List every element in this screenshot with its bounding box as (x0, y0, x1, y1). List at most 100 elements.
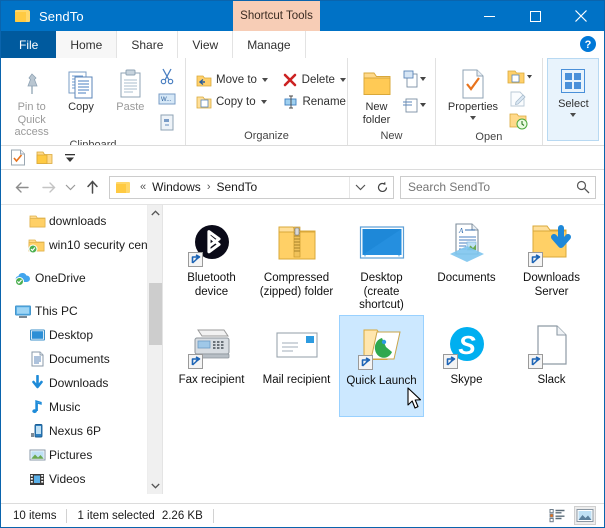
mail-icon (273, 321, 321, 369)
new-folder-icon[interactable] (35, 149, 53, 167)
file-item-slack[interactable]: Slack (509, 315, 594, 417)
breadcrumb-dropdown-icon[interactable] (349, 176, 371, 198)
status-bar: 10 items 1 item selected 2.26 KB (1, 503, 604, 527)
nav-item-nexus-6p[interactable]: Nexus 6P (1, 419, 147, 443)
nav-item-label: win10 security cent (49, 238, 147, 252)
open-button[interactable] (504, 67, 534, 87)
desktop-icon (25, 328, 49, 342)
nav-item-downloads-qa[interactable]: downloads (1, 209, 147, 233)
file-item-desktop-create-shortcut[interactable]: Desktop (create shortcut) (339, 213, 424, 315)
tab-file[interactable]: File (1, 31, 57, 58)
edit-button[interactable] (504, 89, 534, 109)
chevron-down-icon (470, 115, 476, 120)
search-box[interactable] (400, 175, 596, 199)
file-item-downloads-server[interactable]: Downloads Server (509, 213, 594, 315)
folder-synced-icon (25, 238, 49, 253)
delete-icon (282, 73, 299, 87)
paste-icon (115, 67, 145, 101)
chevron-down-icon (260, 100, 267, 104)
select-button[interactable]: Select (547, 58, 600, 141)
tab-manage[interactable]: Manage (233, 31, 306, 58)
copy-button[interactable]: Copy (56, 63, 105, 114)
this-pc-icon (11, 304, 35, 319)
blank-doc-icon (527, 321, 576, 369)
view-mode-buttons (546, 506, 596, 525)
file-item-fax-recipient[interactable]: Fax recipient (169, 315, 254, 417)
help-icon[interactable]: ? (579, 35, 597, 53)
details-view-button[interactable] (546, 506, 568, 525)
file-item-compressed-zipped-folder[interactable]: Compressed (zipped) folder (254, 213, 339, 315)
status-divider (66, 508, 68, 523)
easy-access-button[interactable] (399, 95, 429, 115)
file-item-skype[interactable]: S Skype (424, 315, 509, 417)
file-item-mail-recipient[interactable]: Mail recipient (254, 315, 339, 417)
nav-item-desktop[interactable]: Desktop (1, 323, 147, 347)
music-icon (25, 399, 49, 415)
breadcrumb-overflow[interactable]: « (136, 181, 150, 193)
rename-label: Rename (302, 96, 346, 108)
nav-item-local-disk-c[interactable]: Local Disk (C:) (1, 491, 147, 494)
nav-item-label: This PC (35, 304, 78, 318)
copy-to-button[interactable]: Copy to (192, 91, 271, 113)
nav-item-documents[interactable]: Documents (1, 347, 147, 371)
nav-item-pictures[interactable]: Pictures (1, 443, 147, 467)
search-input[interactable] (401, 180, 571, 194)
scroll-down-icon[interactable] (148, 477, 162, 494)
navigation-scrollbar[interactable] (147, 205, 162, 494)
maximize-button[interactable] (512, 1, 558, 31)
nav-item-win10-security-center[interactable]: win10 security cent (1, 233, 147, 257)
close-button[interactable] (558, 1, 604, 31)
breadcrumb[interactable]: « Windows › SendTo (109, 175, 394, 199)
nav-item-downloads[interactable]: Downloads (1, 371, 147, 395)
nav-item-onedrive[interactable]: OneDrive (1, 266, 147, 290)
file-item-bluetooth-device[interactable]: Bluetooth device (169, 213, 254, 315)
rename-button[interactable]: Rename (279, 91, 349, 113)
status-selection: 1 item selected (77, 509, 155, 522)
up-button[interactable] (79, 174, 105, 200)
minimize-button[interactable] (466, 1, 512, 31)
tab-view[interactable]: View (178, 31, 234, 58)
large-icons-view-button[interactable] (574, 506, 596, 525)
back-button[interactable] (9, 174, 35, 200)
new-folder-button[interactable]: New folder (354, 63, 399, 126)
address-bar: « Windows › SendTo (1, 170, 604, 204)
paste-shortcut-icon[interactable] (155, 112, 179, 132)
delete-button[interactable]: Delete (279, 69, 349, 91)
refresh-icon[interactable] (371, 177, 393, 198)
ribbon-toolbar: gP Pin to Quick access (1, 58, 604, 146)
title-bar: SendTo Shortcut Tools (1, 1, 604, 31)
breadcrumb-item-windows[interactable]: Windows (150, 180, 203, 194)
nav-item-label: Nexus 6P (49, 424, 102, 438)
file-label: Skype (450, 374, 483, 386)
folder-icon (25, 214, 49, 228)
breadcrumb-separator[interactable]: › (203, 181, 215, 193)
history-button[interactable] (504, 111, 534, 131)
search-icon[interactable] (571, 180, 595, 194)
nav-item-videos[interactable]: Videos (1, 467, 147, 491)
nav-item-label: Documents (49, 352, 110, 366)
forward-button[interactable] (35, 174, 61, 200)
tab-home[interactable]: Home (56, 31, 118, 58)
breadcrumb-item-sendto[interactable]: SendTo (214, 180, 259, 194)
paste-button[interactable]: Paste (106, 63, 155, 114)
nav-item-this-pc[interactable]: This PC (1, 299, 147, 323)
cut-icon[interactable] (155, 66, 179, 86)
window-title: SendTo (39, 8, 84, 24)
copy-path-icon[interactable]: W... (155, 89, 179, 109)
file-item-quick-launch[interactable]: Quick Launch (339, 315, 424, 417)
new-item-button[interactable] (399, 69, 429, 89)
nav-gap (1, 257, 147, 266)
move-to-button[interactable]: Move to (192, 69, 271, 91)
scrollbar-thumb[interactable] (149, 283, 162, 345)
file-item-documents[interactable]: A Documents (424, 213, 509, 315)
file-list[interactable]: Bluetooth device Compressed (zipped) fol… (163, 205, 604, 494)
scroll-up-icon[interactable] (148, 205, 162, 222)
file-label: Fax recipient (178, 374, 245, 386)
tab-share[interactable]: Share (117, 31, 179, 58)
recent-locations-button[interactable] (61, 174, 79, 200)
properties-icon[interactable] (9, 149, 27, 167)
nav-item-music[interactable]: Music (1, 395, 147, 419)
customize-chevron-icon[interactable] (61, 149, 79, 167)
properties-button[interactable]: Properties (442, 63, 504, 120)
pin-to-quick-access-button[interactable]: Pin to Quick access (7, 63, 56, 139)
